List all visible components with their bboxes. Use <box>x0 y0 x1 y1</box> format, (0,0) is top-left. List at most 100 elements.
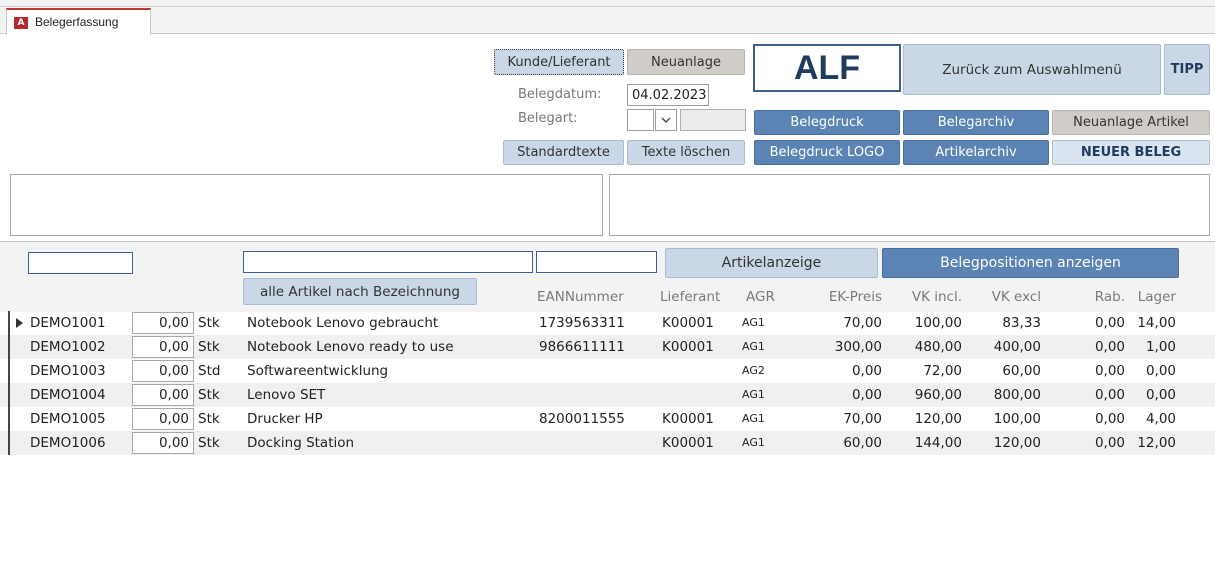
standardtexte-button[interactable]: Standardtexte <box>503 140 624 165</box>
artikelnummer-filter-input[interactable] <box>28 252 133 274</box>
cell-agr: AG2 <box>742 364 765 377</box>
column-header-vk-excl: VK excl <box>991 289 1041 305</box>
cell-lieferant: K00001 <box>662 315 714 331</box>
cell-rabatt: 0,00 <box>1094 411 1125 427</box>
cell-lager: 0,00 <box>1145 387 1176 403</box>
cell-rabatt: 0,00 <box>1094 363 1125 379</box>
cell-einheit: Stk <box>198 339 220 355</box>
cell-artikelnummer: DEMO1005 <box>30 411 106 427</box>
table-row[interactable]: 0,00 DEMO1004 Stk Lenovo SET AG1 0,00 960,00 80… <box>0 383 1215 407</box>
cell-menge[interactable]: 0,00 <box>132 360 194 382</box>
cell-einheit: Stk <box>198 435 220 451</box>
neuanlage-artikel-button[interactable]: Neuanlage Artikel <box>1052 110 1210 135</box>
tab-belegerfassung[interactable]: A Belegerfassung <box>6 8 151 35</box>
artikelanzeige-button[interactable]: Artikelanzeige <box>665 248 878 278</box>
cell-vk-excl: 60,00 <box>1002 363 1041 379</box>
belegdatum-label: Belegdatum: <box>518 87 602 102</box>
cell-agr: AG1 <box>742 340 765 353</box>
cell-ean <box>539 359 659 383</box>
belegdatum-field[interactable]: 04.02.2023 <box>627 84 709 106</box>
text-area-left[interactable] <box>10 174 603 236</box>
alle-artikel-nach-bezeichnung-button[interactable]: alle Artikel nach Bezeichnung <box>243 278 477 305</box>
table-row[interactable]: 0,00 DEMO1001 Stk Notebook Lenovo gebraucht… <box>0 311 1215 335</box>
belegart-dropdown-button[interactable] <box>655 109 677 131</box>
row-selector[interactable] <box>8 383 10 407</box>
column-header-ek-preis: EK-Preis <box>828 289 882 305</box>
neuer-beleg-button[interactable]: NEUER BELEG <box>1052 140 1210 165</box>
belegpositionen-anzeigen-button[interactable]: Belegpositionen anzeigen <box>882 248 1179 278</box>
cell-lieferant <box>662 359 742 383</box>
column-header-lager: Lager <box>1137 289 1176 305</box>
row-selector[interactable] <box>8 311 10 335</box>
cell-rabatt: 0,00 <box>1094 435 1125 451</box>
cell-rabatt: 0,00 <box>1094 387 1125 403</box>
cell-artikelnummer: DEMO1002 <box>30 339 106 355</box>
cell-rabatt: 0,00 <box>1094 315 1125 331</box>
row-selector[interactable] <box>8 407 10 431</box>
belegarchiv-button[interactable]: Belegarchiv <box>903 110 1049 135</box>
cell-artikelnummer: DEMO1004 <box>30 387 106 403</box>
cell-bezeichnung: Docking Station <box>247 435 355 451</box>
cell-ek-preis: 300,00 <box>834 339 882 355</box>
cell-einheit: Stk <box>198 387 220 403</box>
cell-agr: AG1 <box>742 388 765 401</box>
cell-einheit: Std <box>198 363 221 379</box>
cell-agr: AG1 <box>742 436 765 449</box>
table-row[interactable]: 0,00 DEMO1003 Std Softwareentwicklung AG2 0,0… <box>0 359 1215 383</box>
cell-vk-incl: 960,00 <box>914 387 962 403</box>
tipp-button[interactable]: TIPP <box>1164 44 1210 95</box>
cell-vk-excl: 120,00 <box>993 435 1041 451</box>
table-row[interactable]: 0,00 DEMO1002 Stk Notebook Lenovo ready to … <box>0 335 1215 359</box>
tab-strip <box>0 0 1215 34</box>
belegart-label: Belegart: <box>518 111 578 126</box>
kunde-lieferant-button[interactable]: Kunde/Lieferant <box>494 49 624 75</box>
cell-menge[interactable]: 0,00 <box>132 312 194 334</box>
chevron-down-icon <box>661 117 671 123</box>
access-app-icon: A <box>14 17 28 29</box>
cell-menge[interactable]: 0,00 <box>132 432 194 454</box>
alf-logo-box: ALF <box>753 44 901 92</box>
cell-lieferant: K00001 <box>662 435 714 451</box>
cell-bezeichnung: Softwareentwicklung <box>247 363 389 379</box>
artikelarchiv-button[interactable]: Artikelarchiv <box>903 140 1049 165</box>
row-selector[interactable] <box>8 431 10 455</box>
row-selector[interactable] <box>8 335 10 359</box>
belegart-extra-field[interactable] <box>680 109 746 131</box>
table-row[interactable]: 0,00 DEMO1005 Stk Drucker HP 8200011555 K0000… <box>0 407 1215 431</box>
belegart-field[interactable] <box>627 109 654 131</box>
cell-ean <box>539 431 659 455</box>
belegdruck-button[interactable]: Belegdruck <box>754 110 900 135</box>
cell-ek-preis: 70,00 <box>843 315 882 331</box>
tab-label: Belegerfassung <box>35 15 119 29</box>
texte-loeschen-button[interactable]: Texte löschen <box>627 140 745 165</box>
cell-vk-excl: 83,33 <box>1002 315 1041 331</box>
ean-filter-input[interactable] <box>536 251 657 273</box>
text-area-right[interactable] <box>609 174 1210 236</box>
cell-lieferant: K00001 <box>662 339 714 355</box>
cell-ean: 1739563311 <box>539 315 625 331</box>
bezeichnung-filter-input[interactable] <box>243 251 533 273</box>
cell-ek-preis: 0,00 <box>851 363 882 379</box>
cell-vk-incl: 100,00 <box>914 315 962 331</box>
cell-ek-preis: 70,00 <box>843 411 882 427</box>
cell-menge[interactable]: 0,00 <box>132 384 194 406</box>
cell-vk-excl: 400,00 <box>993 339 1041 355</box>
neuanlage-button[interactable]: Neuanlage <box>627 49 745 75</box>
cell-ek-preis: 60,00 <box>843 435 882 451</box>
cell-artikelnummer: DEMO1001 <box>30 315 106 331</box>
column-header-agr: AGR <box>746 289 775 305</box>
table-row[interactable]: 0,00 DEMO1006 Stk Docking Station K00001 AG1 6… <box>0 431 1215 455</box>
zurueck-auswahlmenue-button[interactable]: Zurück zum Auswahlmenü <box>903 44 1161 95</box>
cell-menge[interactable]: 0,00 <box>132 408 194 430</box>
belegdruck-logo-button[interactable]: Belegdruck LOGO <box>754 140 900 165</box>
cell-vk-incl: 144,00 <box>914 435 962 451</box>
cell-artikelnummer: DEMO1003 <box>30 363 106 379</box>
cell-lieferant <box>662 383 742 407</box>
cell-vk-incl: 480,00 <box>914 339 962 355</box>
cell-lager: 12,00 <box>1137 435 1176 451</box>
cell-menge[interactable]: 0,00 <box>132 336 194 358</box>
cell-vk-excl: 800,00 <box>993 387 1041 403</box>
row-selector[interactable] <box>8 359 10 383</box>
cell-vk-incl: 72,00 <box>923 363 962 379</box>
cell-ean: 8200011555 <box>539 411 625 427</box>
